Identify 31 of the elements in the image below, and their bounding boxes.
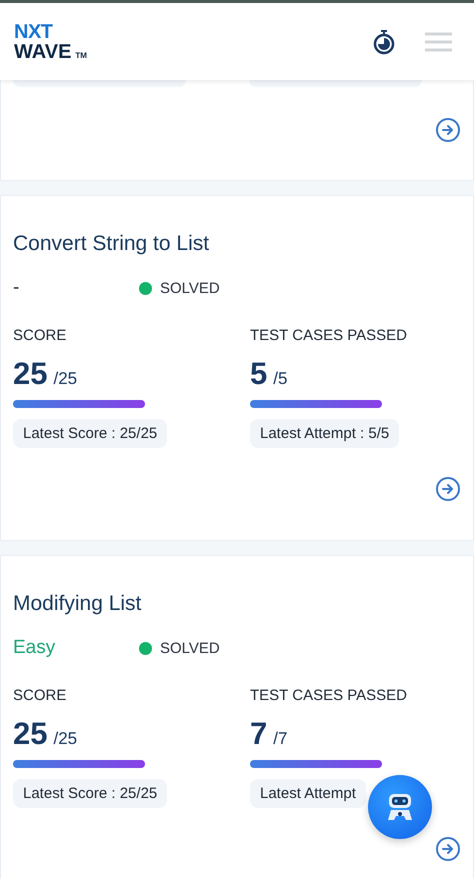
stat-value: 5 — [250, 356, 268, 392]
stat-total: /7 — [273, 729, 288, 749]
status-dot — [139, 642, 152, 654]
next-arrow-button[interactable] — [435, 836, 461, 862]
stat-value: 25 — [13, 716, 48, 752]
stat-label: TEST CASES PASSED — [250, 687, 408, 704]
status-label: SOLVED — [160, 640, 220, 656]
logo-text: NXT — [14, 22, 54, 42]
stat-value: 7 — [250, 716, 268, 752]
latest-result: Latest Attempt — [250, 779, 366, 808]
latest-result: Latest Attempt : 5/5 — [250, 419, 400, 448]
status-label: SOLVED — [160, 280, 220, 296]
difficulty-label: - — [13, 277, 20, 299]
stat-total: /25 — [53, 729, 78, 749]
latest-result: Latest Score : 25/25 — [13, 419, 168, 448]
stat-label: SCORE — [13, 687, 68, 704]
stat-total: /5 — [273, 369, 288, 389]
latest-result: Latest Score : 25/25 — [13, 779, 168, 808]
stat-label: TEST CASES PASSED — [250, 327, 408, 344]
next-arrow-button[interactable] — [435, 117, 461, 143]
status-dot — [139, 282, 152, 294]
problem-title: Convert String to List — [13, 232, 210, 256]
logo-text: WAVE — [14, 42, 72, 62]
trademark-mark: TM — [75, 52, 87, 60]
stat-total: /25 — [53, 369, 78, 389]
next-arrow-button[interactable] — [435, 476, 461, 502]
stopwatch-icon[interactable] — [373, 28, 395, 54]
problem-title: Modifying List — [13, 592, 142, 616]
difficulty-label: Easy — [13, 637, 56, 659]
stat-label: SCORE — [13, 327, 68, 344]
stat-value: 25 — [13, 356, 48, 392]
